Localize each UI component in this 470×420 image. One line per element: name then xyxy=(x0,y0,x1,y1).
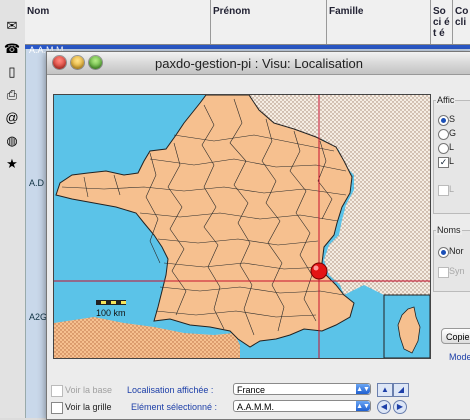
mode-label[interactable]: Mode xyxy=(449,352,470,362)
names-group: Noms Nor Syn xyxy=(433,225,470,292)
zoom-in-icon[interactable]: ▲ xyxy=(377,383,393,397)
display-option-l[interactable] xyxy=(438,143,449,154)
display-checkbox-l-disabled xyxy=(438,185,449,196)
voir-grille-checkbox[interactable] xyxy=(51,402,63,414)
column-prenom[interactable]: Prénom xyxy=(211,0,327,44)
location-marker[interactable] xyxy=(310,262,328,280)
localisation-window: paxdo-gestion-pi : Visu: Localisation 10… xyxy=(46,51,470,420)
element-label: Elément sélectionné : xyxy=(131,402,218,412)
names-option-normal[interactable] xyxy=(438,247,449,258)
option-label: L xyxy=(449,184,455,194)
display-option-g[interactable] xyxy=(438,129,449,140)
voir-grille-label: Voir la grille xyxy=(65,402,112,412)
copy-button[interactable]: Copie xyxy=(441,328,470,344)
option-label: L xyxy=(449,156,455,166)
france-map: 100 km xyxy=(54,95,430,358)
previous-button[interactable]: ◀ xyxy=(377,400,391,414)
selected-row-highlight xyxy=(25,45,470,49)
column-client[interactable]: Co cli xyxy=(453,0,470,44)
display-checkbox-l[interactable]: ✓ xyxy=(438,157,449,168)
element-value: A.A.M.M. xyxy=(237,402,275,412)
column-famille[interactable]: Famille xyxy=(327,0,431,44)
column-label: Prénom xyxy=(213,6,251,17)
column-label: So ci ét é xyxy=(433,6,450,39)
column-societe[interactable]: So ci ét é xyxy=(431,0,453,44)
names-group-label: Noms xyxy=(436,225,462,235)
option-label: Nor xyxy=(449,246,464,256)
globe-icon[interactable]: ◍ xyxy=(3,133,21,149)
column-label: Nom xyxy=(27,6,50,17)
chevron-updown-icon: ▲▼ xyxy=(356,401,370,411)
list-row[interactable]: A2G xyxy=(29,312,47,322)
list-row[interactable]: A.D xyxy=(29,178,44,188)
title-bar[interactable]: paxdo-gestion-pi : Visu: Localisation xyxy=(47,52,470,75)
scale-bar: 100 km xyxy=(96,300,126,318)
fax-icon[interactable]: ⎙ xyxy=(3,87,21,103)
display-option-s[interactable] xyxy=(438,115,449,126)
localisation-select[interactable]: France ▲▼ xyxy=(233,383,371,395)
envelope-icon[interactable]: ✉ xyxy=(3,18,21,34)
star-icon[interactable]: ★ xyxy=(3,156,21,172)
voir-base-label: Voir la base xyxy=(65,385,113,395)
chevron-updown-icon: ▲▼ xyxy=(356,384,370,394)
option-label: G xyxy=(449,128,457,138)
left-toolbar: ✉ ☎ ▯ ⎙ @ ◍ ★ xyxy=(0,0,26,418)
next-button[interactable]: ▶ xyxy=(393,400,407,414)
display-group: Affic S G L ✓ L L xyxy=(433,95,470,214)
scale-label: 100 km xyxy=(96,308,126,318)
zoom-out-icon[interactable]: ◢ xyxy=(393,383,409,397)
phone-icon[interactable]: ☎ xyxy=(3,41,21,57)
display-group-label: Affic xyxy=(436,95,456,105)
column-nom[interactable]: Nom xyxy=(25,0,211,44)
element-select[interactable]: A.A.M.M. ▲▼ xyxy=(233,400,371,412)
list-header: Nom Prénom Famille So ci ét é Co cli xyxy=(25,0,470,45)
option-label: Syn xyxy=(449,266,465,276)
at-sign-icon[interactable]: @ xyxy=(3,110,21,126)
map-view[interactable]: 100 km xyxy=(53,94,431,359)
display-options-panel: Affic S G L ✓ L L Noms Nor Syn Copie Mod… xyxy=(433,92,470,412)
localisation-label: Localisation affichée : xyxy=(127,385,214,395)
option-label: L xyxy=(449,142,455,152)
mobile-icon[interactable]: ▯ xyxy=(3,64,21,80)
voir-base-checkbox[interactable] xyxy=(51,385,63,397)
names-checkbox-syn xyxy=(438,267,449,278)
localisation-value: France xyxy=(237,385,266,395)
window-title: paxdo-gestion-pi : Visu: Localisation xyxy=(155,56,363,71)
option-label: S xyxy=(449,114,456,124)
column-label: Famille xyxy=(329,6,364,17)
column-label: Co cli xyxy=(455,6,469,28)
